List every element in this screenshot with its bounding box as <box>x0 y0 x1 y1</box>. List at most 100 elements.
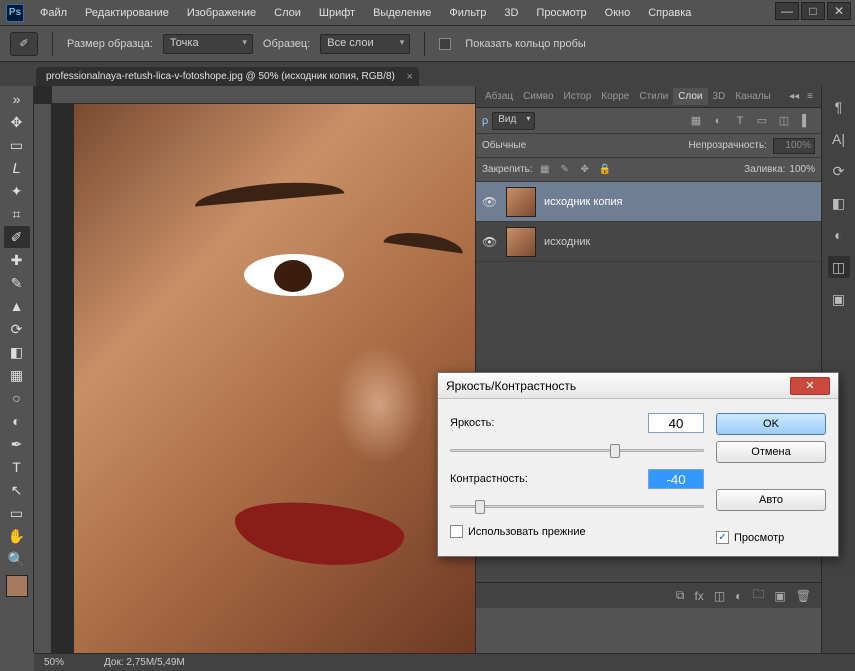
layer-thumbnail[interactable] <box>506 227 536 257</box>
sample-dropdown[interactable]: Все слои <box>320 34 410 54</box>
link-layers-icon[interactable]: ⧉ <box>676 588 685 603</box>
dialog-close-button[interactable]: ✕ <box>790 377 830 395</box>
tab-paragraph[interactable]: Абзац <box>480 88 518 105</box>
lock-position-icon[interactable]: ✥ <box>577 162 593 178</box>
layer-filter-icon[interactable]: ρ <box>482 115 488 127</box>
lock-transparency-icon[interactable]: ▦ <box>537 162 553 178</box>
layer-thumbnail[interactable] <box>506 187 536 217</box>
menu-edit[interactable]: Редактирование <box>77 4 177 22</box>
layer-row[interactable]: 👁 исходник <box>476 222 821 262</box>
eyedropper-tool[interactable]: ✐ <box>4 226 30 248</box>
close-window-button[interactable]: ✕ <box>827 2 851 20</box>
layer-visibility-icon[interactable]: 👁 <box>482 195 498 209</box>
menu-image[interactable]: Изображение <box>179 4 264 22</box>
layer-row[interactable]: 👁 исходник копия <box>476 182 821 222</box>
use-legacy-checkbox[interactable] <box>450 525 463 538</box>
toolbar-expand[interactable]: » <box>4 88 30 110</box>
history-panel-icon[interactable]: ⟳ <box>828 160 850 182</box>
character-panel-icon[interactable]: A| <box>828 128 850 150</box>
layer-mask-icon[interactable]: ◫ <box>714 589 725 603</box>
move-tool[interactable]: ✥ <box>4 111 30 133</box>
sample-size-dropdown[interactable]: Точка <box>163 34 253 54</box>
hand-tool[interactable]: ✋ <box>4 525 30 547</box>
healing-brush-tool[interactable]: ✚ <box>4 249 30 271</box>
adjustments-panel-icon[interactable]: ◐ <box>828 224 850 246</box>
maximize-button[interactable]: □ <box>801 2 825 20</box>
tool-preset-picker[interactable]: ✐ <box>10 32 38 56</box>
contrast-input[interactable] <box>648 469 704 489</box>
fill-input[interactable]: 100% <box>789 164 815 175</box>
contrast-slider[interactable] <box>450 497 704 515</box>
filter-type-icon[interactable]: T <box>731 113 749 129</box>
layer-name[interactable]: исходник <box>544 236 590 248</box>
history-brush-tool[interactable]: ⟳ <box>4 318 30 340</box>
menu-3d[interactable]: 3D <box>496 4 526 22</box>
canvas-area[interactable] <box>34 86 475 653</box>
cancel-button[interactable]: Отмена <box>716 441 826 463</box>
filter-smart-icon[interactable]: ◫ <box>775 113 793 129</box>
menu-select[interactable]: Выделение <box>365 4 439 22</box>
layer-group-icon[interactable]: 🗀 <box>752 585 764 606</box>
zoom-level[interactable]: 50% <box>44 657 64 668</box>
tab-styles[interactable]: Стили <box>634 88 673 105</box>
tab-3d[interactable]: 3D <box>708 88 731 105</box>
gradient-tool[interactable]: ▦ <box>4 364 30 386</box>
menu-view[interactable]: Просмотр <box>528 4 594 22</box>
paragraph-panel-icon[interactable]: ¶ <box>828 96 850 118</box>
lock-image-icon[interactable]: ✎ <box>557 162 573 178</box>
dodge-tool[interactable]: ◐ <box>4 410 30 432</box>
filter-toggle-icon[interactable]: ▌ <box>797 113 815 129</box>
layer-filter-type[interactable]: Вид <box>492 112 535 130</box>
layers-panel-icon[interactable]: ◫ <box>828 256 850 278</box>
adjustment-layer-icon[interactable]: ◐ <box>735 589 742 603</box>
marquee-tool[interactable]: ▭ <box>4 134 30 156</box>
magic-wand-tool[interactable]: ✦ <box>4 180 30 202</box>
brightness-slider[interactable] <box>450 441 704 459</box>
menu-layer[interactable]: Слои <box>266 4 309 22</box>
menu-window[interactable]: Окно <box>597 4 639 22</box>
eraser-tool[interactable]: ◧ <box>4 341 30 363</box>
panel-menu-icon[interactable]: ≡ <box>803 89 817 104</box>
show-ring-checkbox[interactable] <box>439 38 451 50</box>
layer-style-icon[interactable]: fx <box>694 589 703 603</box>
menu-type[interactable]: Шрифт <box>311 4 363 22</box>
auto-button[interactable]: Авто <box>716 489 826 511</box>
filter-shape-icon[interactable]: ▭ <box>753 113 771 129</box>
layer-name[interactable]: исходник копия <box>544 196 623 208</box>
tab-layers[interactable]: Слои <box>673 88 707 105</box>
delete-layer-icon[interactable]: 🗑 <box>796 589 811 603</box>
blend-mode-dropdown[interactable]: Обычные <box>482 140 572 151</box>
document-canvas[interactable] <box>74 104 475 653</box>
opacity-input[interactable]: 100% <box>773 138 815 154</box>
new-layer-icon[interactable]: ▣ <box>774 589 785 603</box>
tab-history[interactable]: Истор <box>559 88 597 105</box>
filter-adjust-icon[interactable]: ◐ <box>709 113 727 129</box>
swatches-panel-icon[interactable]: ◧ <box>828 192 850 214</box>
preview-checkbox[interactable]: ✓ <box>716 531 729 544</box>
crop-tool[interactable]: ⌗ <box>4 203 30 225</box>
tab-channels[interactable]: Каналы <box>730 88 776 105</box>
panel-collapse-icon[interactable]: ◂◂ <box>785 89 803 104</box>
clone-stamp-tool[interactable]: ▲ <box>4 295 30 317</box>
type-tool[interactable]: T <box>4 456 30 478</box>
minimize-button[interactable]: — <box>775 2 799 20</box>
lasso-tool[interactable]: 𝘓 <box>4 157 30 179</box>
document-tab-active[interactable]: professionalnaya-retush-lica-v-fotoshope… <box>36 67 419 86</box>
tab-character[interactable]: Симво <box>518 88 558 105</box>
zoom-tool[interactable]: 🔍 <box>4 548 30 570</box>
menu-file[interactable]: Файл <box>32 4 75 22</box>
color-swatch[interactable] <box>6 575 28 597</box>
shape-tool[interactable]: ▭ <box>4 502 30 524</box>
filter-pixel-icon[interactable]: ▦ <box>687 113 705 129</box>
ok-button[interactable]: OK <box>716 413 826 435</box>
lock-all-icon[interactable]: 🔒 <box>597 162 613 178</box>
brush-tool[interactable]: ✎ <box>4 272 30 294</box>
3d-panel-icon[interactable]: ▣ <box>828 288 850 310</box>
layer-visibility-icon[interactable]: 👁 <box>482 235 498 249</box>
tab-adjustments[interactable]: Корре <box>596 88 634 105</box>
menu-help[interactable]: Справка <box>640 4 699 22</box>
close-tab-icon[interactable]: × <box>406 71 412 83</box>
menu-filter[interactable]: Фильтр <box>441 4 494 22</box>
pen-tool[interactable]: ✒ <box>4 433 30 455</box>
path-selection-tool[interactable]: ↖ <box>4 479 30 501</box>
